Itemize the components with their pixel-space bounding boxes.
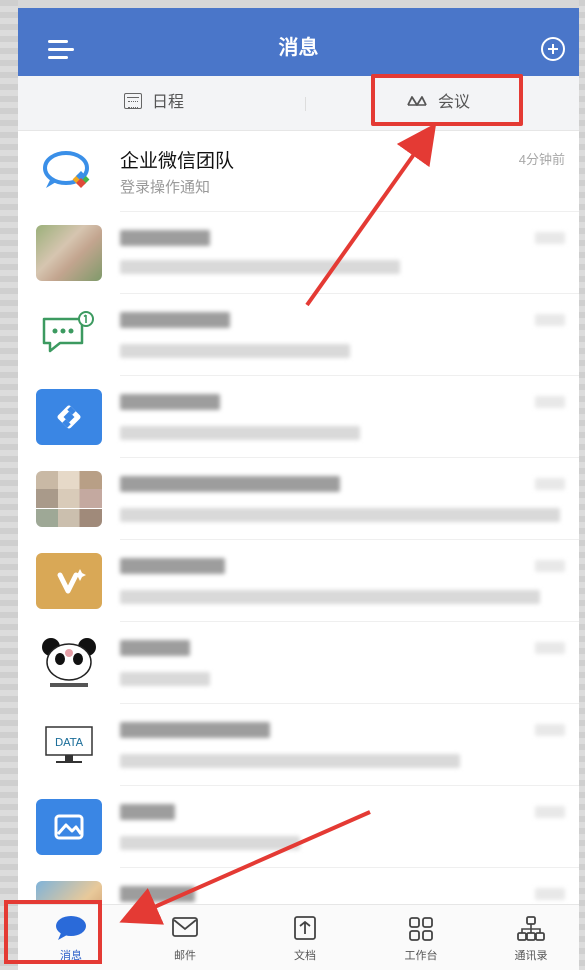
blurred-preview xyxy=(120,836,300,850)
background-strip xyxy=(0,0,18,970)
blurred-name xyxy=(120,476,340,492)
grid-icon xyxy=(409,917,433,941)
background-strip xyxy=(579,0,585,970)
blurred-name xyxy=(120,722,270,738)
document-icon xyxy=(294,916,316,940)
message-preview: 登录操作通知 xyxy=(120,179,211,196)
list-item[interactable] xyxy=(18,294,579,376)
tab-messages[interactable]: 消息 xyxy=(36,905,106,970)
group-avatar xyxy=(36,471,102,527)
top-bar: 消息 xyxy=(18,8,579,76)
list-item[interactable] xyxy=(18,458,579,540)
tab-mail-label: 邮件 xyxy=(174,950,196,962)
blurred-preview xyxy=(120,754,460,768)
tab-schedule-label: 日程 xyxy=(152,94,185,111)
blurred-time xyxy=(535,560,565,572)
blurred-time xyxy=(535,724,565,736)
blurred-time xyxy=(535,396,565,408)
avatar xyxy=(36,389,102,445)
tab-meeting[interactable]: 会议 xyxy=(406,76,470,130)
panda-avatar xyxy=(42,638,96,687)
add-circle-icon[interactable] xyxy=(541,37,565,61)
list-item[interactable]: DATA xyxy=(18,704,579,786)
blurred-time xyxy=(535,642,565,654)
avatar xyxy=(36,225,102,281)
blurred-name xyxy=(120,804,175,820)
chat-bubble-icon xyxy=(56,916,86,940)
blurred-name xyxy=(120,312,230,328)
tab-workbench[interactable]: 工作台 xyxy=(386,905,456,970)
blurred-name xyxy=(120,558,225,574)
blurred-time xyxy=(535,806,565,818)
svg-text:DATA: DATA xyxy=(55,736,84,749)
calendar-icon xyxy=(124,92,142,109)
chat-bubble-icon xyxy=(42,311,94,353)
wecom-logo-icon xyxy=(43,151,90,188)
org-chart-icon xyxy=(517,916,545,941)
quick-tabs: 日程 会议 xyxy=(18,76,579,131)
list-item[interactable] xyxy=(18,212,579,294)
menu-icon[interactable] xyxy=(48,40,74,60)
blurred-name xyxy=(120,640,190,656)
list-item[interactable] xyxy=(18,622,579,704)
blurred-preview xyxy=(120,508,560,522)
tab-divider xyxy=(305,97,306,111)
tab-mail[interactable]: 邮件 xyxy=(150,905,220,970)
list-item[interactable] xyxy=(18,540,579,622)
blurred-preview xyxy=(120,426,360,440)
message-list: 企业微信团队 登录操作通知 4分钟前 DATA xyxy=(18,130,579,904)
bottom-tab-bar: 消息 邮件 文档 工作台 通讯录 xyxy=(18,904,579,970)
blurred-time xyxy=(535,478,565,490)
tab-docs[interactable]: 文档 xyxy=(270,905,340,970)
link-icon xyxy=(57,405,81,429)
avatar xyxy=(36,553,102,609)
tab-workbench-label: 工作台 xyxy=(404,950,438,962)
tab-schedule[interactable]: 日程 xyxy=(124,76,184,130)
tab-meeting-label: 会议 xyxy=(438,94,471,111)
avatar xyxy=(36,881,102,904)
sparkle-icon xyxy=(57,569,86,594)
blurred-name xyxy=(120,230,210,246)
meeting-icon xyxy=(407,95,427,106)
avatar xyxy=(36,799,102,855)
tab-messages-label: 消息 xyxy=(60,950,82,962)
mail-icon xyxy=(172,917,198,937)
message-time: 4分钟前 xyxy=(518,152,565,167)
blurred-preview xyxy=(120,672,210,686)
list-item[interactable] xyxy=(18,868,579,904)
blurred-time xyxy=(535,232,565,244)
list-item[interactable] xyxy=(18,786,579,868)
blurred-preview xyxy=(120,344,350,358)
list-item[interactable] xyxy=(18,376,579,458)
blurred-time xyxy=(535,888,565,900)
blurred-name xyxy=(120,394,220,410)
blurred-name xyxy=(120,886,195,902)
blurred-time xyxy=(535,314,565,326)
blurred-preview xyxy=(120,260,400,274)
tab-contacts[interactable]: 通讯录 xyxy=(496,905,566,970)
tab-docs-label: 文档 xyxy=(294,950,316,962)
image-icon xyxy=(54,814,84,840)
app-window: 消息 日程 会议 企业微信团队 登录操作通知 4分钟前 DATA 消息 邮件 文… xyxy=(18,8,579,970)
list-item[interactable]: 企业微信团队 登录操作通知 4分钟前 xyxy=(18,130,579,212)
blurred-preview xyxy=(120,590,540,604)
contact-name: 企业微信团队 xyxy=(120,151,235,172)
tab-contacts-label: 通讯录 xyxy=(514,950,548,962)
data-monitor-icon: DATA xyxy=(45,726,93,763)
